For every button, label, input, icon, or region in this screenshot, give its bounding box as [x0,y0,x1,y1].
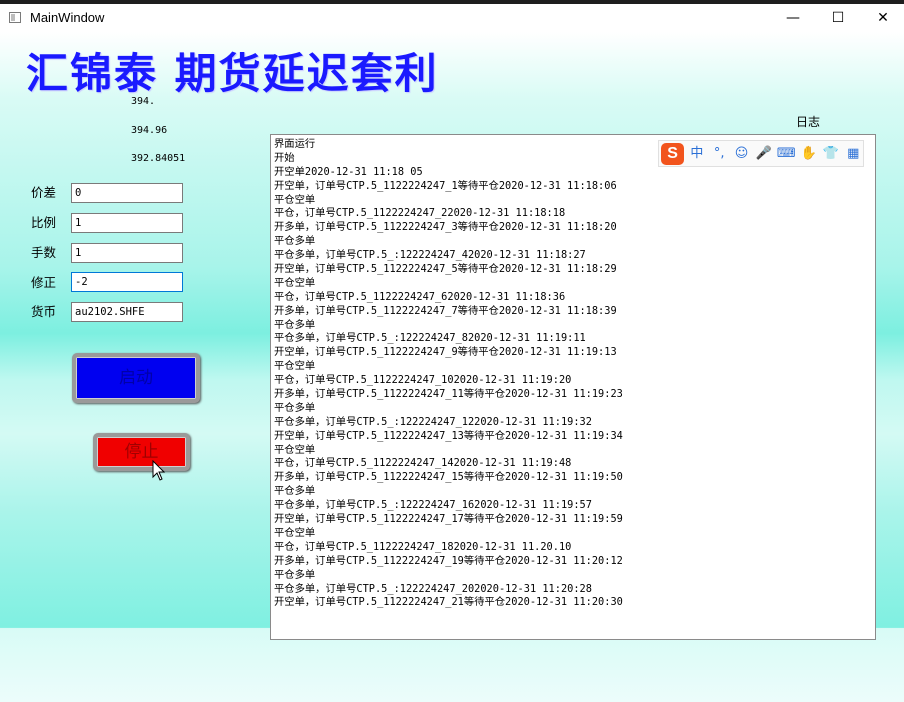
log-line: 平仓空单 [274,193,316,206]
sogou-logo-icon[interactable]: S [661,142,685,165]
hand-icon[interactable]: ✋ [799,144,818,164]
title-bar[interactable]: MainWindow [0,4,904,32]
log-line: 平仓，订单号CTP.5_1122224247_22020-12-31 11:18… [274,207,566,220]
stop-button[interactable]: 停止 [93,433,190,471]
microphone-icon[interactable]: 🎤 [754,144,773,164]
log-line: 开空单，订单号CTP.5_1122224247_21等待平仓2020-12-31… [274,596,623,609]
price-value-2: 394.96 [131,125,168,136]
toolbox-icon[interactable]: ▦ [844,144,863,164]
log-line: 开多单，订单号CTP.5_1122224247_19等待平仓2020-12-31… [274,554,623,567]
minimize-button[interactable]: — [770,4,816,32]
price-value-3: 392.84051 [131,153,186,164]
log-line: 平仓空单 [274,360,316,373]
lots-label: 手数 [31,245,57,260]
keyboard-icon[interactable]: ⌨ [777,144,796,164]
log-line: 平仓多单，订单号CTP.5_:122224247_82020-12-31 11:… [274,332,586,345]
log-line: 平仓多单 [274,318,316,331]
maximize-button[interactable]: ☐ [815,4,861,32]
app-heading: 汇锦泰 期货延迟套利 [26,49,439,98]
log-line: 开空单2020-12-31 11:18 05 [274,165,423,178]
log-line: 平仓多单 [274,235,316,248]
app-window-icon [9,12,21,23]
log-line: 平仓，订单号CTP.5_1122224247_182020-12-31 11.2… [274,540,572,553]
emoji-icon[interactable]: ☺ [732,144,751,164]
currency-input[interactable] [71,302,183,322]
log-line: 平仓空单 [274,443,316,456]
main-window: MainWindow — ☐ ✕ 汇锦泰 期货延迟套利 394. 394.96 … [0,0,904,702]
log-line: 平仓多单，订单号CTP.5_:122224247_42020-12-31 11:… [274,249,586,262]
currency-label: 货币 [31,304,57,319]
log-line: 平仓空单 [274,276,316,289]
price-value-1: 394. [131,96,156,107]
log-line: 平仓，订单号CTP.5_1122224247_102020-12-31 11:1… [274,374,572,387]
log-line: 开多单，订单号CTP.5_1122224247_3等待平仓2020-12-31 … [274,221,617,234]
punctuation-icon[interactable]: °, [710,144,729,164]
log-line: 平仓空单 [274,526,316,539]
correction-input[interactable] [71,272,183,292]
window-title: MainWindow [30,10,105,25]
log-line: 平仓多单 [274,401,316,414]
skin-icon[interactable]: 👕 [821,144,840,164]
mouse-cursor-icon [152,460,166,481]
log-line: 平仓多单 [274,485,316,498]
correction-label: 修正 [31,275,57,290]
log-line: 开空单，订单号CTP.5_1122224247_1等待平仓2020-12-31 … [274,179,617,192]
log-line: 开多单，订单号CTP.5_1122224247_7等待平仓2020-12-31 … [274,304,617,317]
log-line: 平仓，订单号CTP.5_1122224247_142020-12-31 11:1… [274,457,572,470]
ratio-label: 比例 [31,215,57,230]
spread-input[interactable] [71,183,183,203]
lots-input[interactable] [71,243,183,263]
log-line: 开多单，订单号CTP.5_1122224247_11等待平仓2020-12-31… [274,388,623,401]
log-line: 平仓，订单号CTP.5_1122224247_62020-12-31 11:18… [274,290,566,303]
log-line: 开空单，订单号CTP.5_1122224247_9等待平仓2020-12-31 … [274,346,617,359]
log-line: 开空单，订单号CTP.5_1122224247_5等待平仓2020-12-31 … [274,263,617,276]
log-line: 开空单，订单号CTP.5_1122224247_13等待平仓2020-12-31… [274,429,623,442]
log-title: 日志 [796,115,821,129]
log-line: 平仓多单 [274,568,316,581]
log-line: 开多单，订单号CTP.5_1122224247_15等待平仓2020-12-31… [274,471,623,484]
spread-label: 价差 [31,185,57,200]
close-button[interactable]: ✕ [860,4,904,32]
ime-toolbar[interactable]: S 中 °, ☺ 🎤 ⌨ ✋ 👕 ▦ [658,140,864,167]
chinese-mode-icon[interactable]: 中 [687,144,706,164]
log-textbox[interactable]: 界面运行 开始 开空单2020-12-31 11:18 05 开空单，订单号CTP.5… [270,134,876,640]
log-line: 平仓多单，订单号CTP.5_:122224247_202020-12-31 11… [274,582,592,595]
log-line: 平仓多单，订单号CTP.5_:122224247_162020-12-31 11… [274,499,592,512]
log-line: 平仓多单，订单号CTP.5_:122224247_122020-12-31 11… [274,415,592,428]
log-line: 开空单，订单号CTP.5_1122224247_17等待平仓2020-12-31… [274,513,623,526]
ratio-input[interactable] [71,213,183,233]
start-button[interactable]: 启动 [72,353,200,403]
